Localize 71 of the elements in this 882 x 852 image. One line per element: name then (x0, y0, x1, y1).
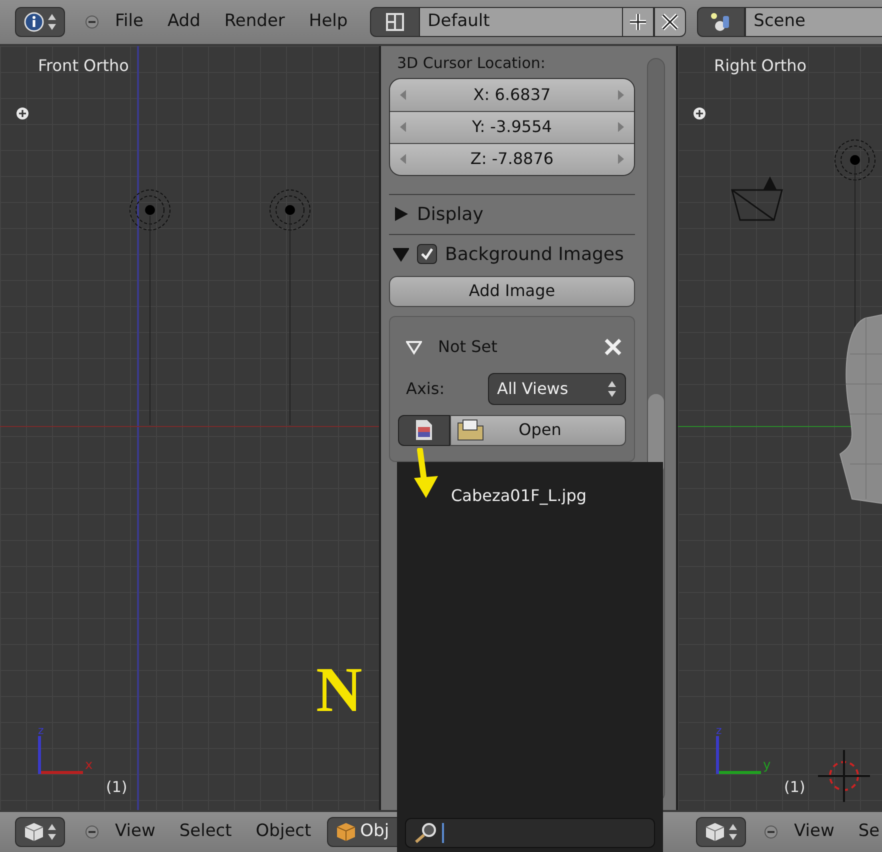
image-browse-button[interactable] (398, 414, 450, 446)
image-name: Not Set (438, 336, 498, 358)
plus-circle-icon (693, 107, 706, 120)
up-down-icon (46, 823, 56, 841)
panel-section-header[interactable]: Background Images (389, 234, 635, 274)
triangle-down-icon[interactable] (406, 338, 422, 354)
triangle-down-icon[interactable] (393, 246, 409, 262)
axis-label: x (85, 759, 93, 772)
plus-icon (628, 13, 647, 31)
search-icon (414, 822, 438, 844)
annotation-letter: N (316, 658, 362, 722)
editor-type-button[interactable] (15, 817, 65, 847)
menu-item[interactable]: Add (167, 9, 200, 35)
collapse-icon[interactable] (764, 825, 778, 839)
info-icon (24, 12, 44, 32)
up-down-icon (728, 823, 738, 841)
layout-button[interactable] (370, 7, 420, 37)
right-viewport[interactable]: Right Ortho z y (1) (678, 46, 882, 810)
camera-drawing (730, 174, 784, 224)
plus-circle-icon (16, 107, 29, 120)
collapse-icon[interactable] (85, 825, 99, 839)
scene-icon (710, 12, 732, 32)
add-layout-button[interactable] (622, 7, 654, 37)
collapse-icon[interactable] (85, 15, 99, 29)
checkmark-icon (420, 247, 434, 261)
menu-item[interactable]: Cabeza01F_L.jpg (451, 484, 655, 508)
menu-item[interactable]: Se (858, 819, 880, 845)
menu-item[interactable]: View (115, 819, 156, 845)
checkbox[interactable] (417, 244, 437, 264)
text-cursor (442, 823, 444, 843)
menu-item[interactable]: Render (224, 9, 285, 35)
triangle-right-icon[interactable] (393, 206, 409, 222)
panel-section-header[interactable]: Display (389, 194, 635, 234)
axis-label: z (38, 725, 44, 736)
scene-button[interactable] (696, 7, 745, 37)
3d-cursor-icon (818, 750, 870, 802)
up-down-icon (607, 380, 617, 398)
axis-label: y (763, 759, 771, 772)
front-viewport[interactable]: Front Ortho N z x (1) (0, 46, 381, 810)
panel-heading: 3D Cursor Location: (397, 53, 546, 74)
frame-number: (1) (784, 776, 806, 798)
cube-icon (336, 822, 356, 842)
frame-number: (1) (106, 776, 128, 798)
menu-item[interactable]: Object (256, 819, 312, 845)
open-button[interactable]: Open (450, 414, 626, 446)
editor-type-button[interactable] (696, 817, 746, 847)
menu-item[interactable]: View (794, 819, 834, 845)
editor-type-button[interactable] (15, 7, 65, 37)
close-icon[interactable] (604, 338, 622, 356)
layout-icon (384, 12, 405, 32)
delete-layout-button[interactable] (654, 7, 686, 37)
axis-field-label: Axis: (406, 378, 446, 400)
up-down-icon (46, 13, 56, 31)
add-image-button[interactable]: Add Image (389, 276, 635, 306)
section-title: Background Images (445, 242, 624, 266)
section-title: Display (417, 202, 484, 226)
menu-item[interactable]: Help (308, 9, 348, 35)
axis-label: z (716, 725, 722, 736)
search-field[interactable] (405, 818, 655, 848)
viewport-title: Right Ortho (714, 56, 808, 76)
menu-item[interactable]: Select (179, 819, 232, 845)
image-icon (415, 419, 433, 441)
viewport-title: Front Ortho (38, 56, 130, 76)
close-icon (660, 13, 679, 31)
menu-item[interactable]: File (115, 9, 144, 35)
cube-icon (24, 822, 44, 842)
axis-dropdown[interactable]: All Views (488, 372, 626, 404)
cube-icon (704, 822, 724, 842)
layout-field[interactable]: Default (420, 7, 622, 37)
scene-field[interactable]: Scene (744, 7, 882, 37)
folder-icon (457, 419, 485, 441)
